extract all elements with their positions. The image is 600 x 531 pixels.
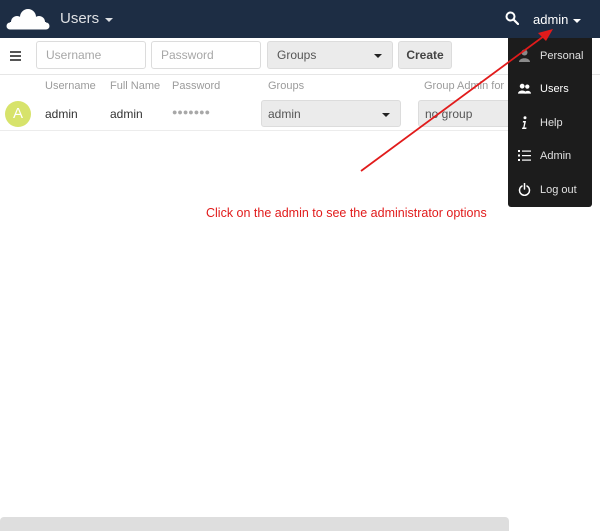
- users-icon: [518, 83, 531, 94]
- hamburger-menu-icon[interactable]: [10, 51, 21, 61]
- groups-select-label: Groups: [277, 48, 317, 62]
- cell-password[interactable]: ●●●●●●●: [172, 107, 210, 117]
- app-switcher[interactable]: Users: [60, 10, 114, 27]
- cloud-logo-icon[interactable]: [6, 7, 50, 31]
- app-title: Users: [60, 10, 100, 27]
- menu-item-help[interactable]: Help: [508, 106, 592, 139]
- column-header-full-name: Full Name: [110, 80, 161, 92]
- username-input[interactable]: [36, 41, 146, 69]
- menu-item-admin[interactable]: Admin: [508, 139, 592, 172]
- cell-full-name[interactable]: admin: [110, 107, 143, 121]
- list-icon: [518, 150, 531, 161]
- menu-item-label: Admin: [540, 149, 572, 162]
- chevron-down-icon: [374, 54, 382, 58]
- chevron-down-icon: [573, 18, 582, 23]
- power-icon: [518, 183, 531, 196]
- chevron-down-icon: [105, 17, 114, 22]
- person-icon: [519, 49, 530, 62]
- column-header-group-admin: Group Admin for: [424, 80, 505, 92]
- password-input[interactable]: [151, 41, 261, 69]
- horizontal-scrollbar[interactable]: [0, 517, 509, 531]
- menu-item-personal[interactable]: Personal: [508, 39, 592, 72]
- menu-item-label: Help: [540, 116, 563, 129]
- avatar: A: [5, 101, 31, 127]
- annotation-text: Click on the admin to see the administra…: [206, 206, 487, 220]
- row-groups-value: admin: [268, 107, 301, 121]
- menu-item-users[interactable]: Users: [508, 72, 592, 105]
- create-button[interactable]: Create: [398, 41, 452, 69]
- user-dropdown-menu: Personal Users Help Admin Log out: [508, 38, 592, 207]
- row-group-admin-value: no group: [425, 107, 473, 121]
- groups-select[interactable]: Groups: [267, 41, 393, 69]
- top-header: Users admin: [0, 0, 600, 38]
- column-header-groups: Groups: [268, 80, 305, 92]
- user-menu-button[interactable]: admin: [533, 12, 582, 27]
- column-header-password: Password: [172, 80, 221, 92]
- menu-item-label: Users: [540, 82, 569, 95]
- cell-username[interactable]: admin: [45, 107, 78, 121]
- user-menu-label: admin: [533, 12, 569, 27]
- search-icon[interactable]: [505, 11, 519, 25]
- row-groups-select[interactable]: admin: [261, 100, 401, 127]
- info-icon: [522, 116, 527, 129]
- column-header-username: Username: [45, 80, 96, 92]
- row-group-admin-select[interactable]: no group: [418, 100, 510, 127]
- menu-item-log-out[interactable]: Log out: [508, 173, 592, 206]
- menu-item-label: Personal: [540, 49, 584, 62]
- chevron-down-icon: [382, 113, 390, 117]
- menu-item-label: Log out: [540, 183, 577, 196]
